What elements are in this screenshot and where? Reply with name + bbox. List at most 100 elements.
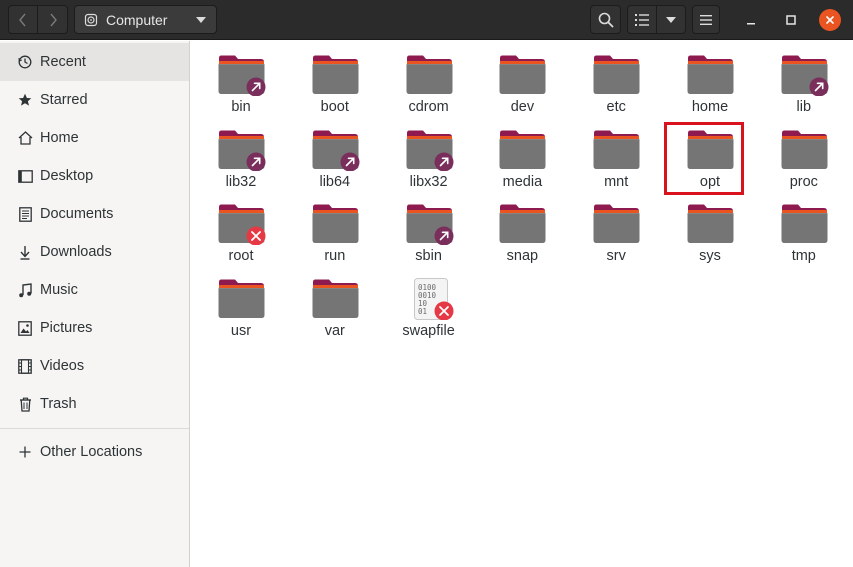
maximize-icon xyxy=(786,15,796,25)
folder-icon xyxy=(218,203,266,246)
list-view-button[interactable] xyxy=(627,5,657,34)
pictures-icon xyxy=(16,319,34,337)
star-icon xyxy=(16,91,34,109)
folder-icon xyxy=(687,54,735,96)
file-name: opt xyxy=(699,173,721,190)
sidebar-item-other-locations[interactable]: Other Locations xyxy=(0,433,189,471)
sidebar-item-music[interactable]: Music xyxy=(0,271,189,309)
folder-icon xyxy=(499,54,547,96)
file-name: etc xyxy=(606,99,626,115)
sidebar-item-label: Music xyxy=(40,282,78,298)
file-name: sys xyxy=(699,248,721,264)
sidebar-item-label: Home xyxy=(40,130,79,146)
sidebar-item-label: Starred xyxy=(40,92,88,108)
back-button[interactable] xyxy=(8,5,38,34)
file-name: libx32 xyxy=(409,173,448,190)
navigation-buttons xyxy=(8,5,68,34)
file-item-opt[interactable]: opt xyxy=(663,121,757,197)
file-item-home[interactable]: home xyxy=(663,47,757,122)
sidebar-item-starred[interactable]: Starred xyxy=(0,81,189,119)
file-item-run[interactable]: run xyxy=(288,196,382,271)
forward-button[interactable] xyxy=(38,5,68,34)
sidebar-item-label: Trash xyxy=(40,396,77,412)
file-item-var[interactable]: var xyxy=(288,271,382,346)
file-item-tmp[interactable]: tmp xyxy=(757,196,851,271)
view-options xyxy=(627,5,686,34)
file-name: dev xyxy=(510,99,535,115)
file-item-media[interactable]: media xyxy=(475,122,569,197)
chevron-left-icon xyxy=(19,13,26,26)
sidebar-item-documents[interactable]: Documents xyxy=(0,195,189,233)
file-item-usr[interactable]: usr xyxy=(194,271,288,346)
folder-icon xyxy=(406,129,454,171)
search-icon xyxy=(598,12,613,27)
view-options-dropdown[interactable] xyxy=(657,5,686,34)
documents-icon xyxy=(16,205,34,223)
file-name: bin xyxy=(231,99,251,115)
file-item-proc[interactable]: proc xyxy=(757,122,851,197)
videos-icon xyxy=(16,357,34,375)
file-name: lib64 xyxy=(319,173,351,190)
maximize-button[interactable] xyxy=(780,9,802,31)
file-item-libx32[interactable]: libx32 xyxy=(382,122,476,197)
file-name: srv xyxy=(606,248,626,264)
folder-icon xyxy=(499,129,547,171)
file-name: media xyxy=(502,173,543,190)
recent-icon xyxy=(16,53,34,71)
sidebar: Recent Starred Home Desktop Documents Do… xyxy=(0,41,190,567)
folder-icon xyxy=(312,203,360,245)
file-name: var xyxy=(324,322,345,339)
folder-icon xyxy=(593,54,641,96)
file-item-snap[interactable]: snap xyxy=(475,196,569,271)
file-item-dev[interactable]: dev xyxy=(475,47,569,122)
sidebar-item-desktop[interactable]: Desktop xyxy=(0,157,189,195)
file-item-cdrom[interactable]: cdrom xyxy=(382,47,476,122)
downloads-icon xyxy=(16,243,34,261)
sidebar-item-label: Downloads xyxy=(40,244,112,260)
list-view-icon xyxy=(635,13,649,26)
file-name: root xyxy=(228,248,254,264)
file-item-boot[interactable]: boot xyxy=(288,47,382,122)
sidebar-item-downloads[interactable]: Downloads xyxy=(0,233,189,271)
sidebar-item-recent[interactable]: Recent xyxy=(0,43,189,81)
file-item-root[interactable]: root xyxy=(194,196,288,271)
file-item-srv[interactable]: srv xyxy=(569,196,663,271)
minimize-button[interactable] xyxy=(740,9,762,31)
minimize-icon xyxy=(747,23,755,25)
file-item-lib32[interactable]: lib32 xyxy=(194,122,288,197)
file-icon-grid: bin boot cdrom dev etc home lib lib32 lib64 libx3… xyxy=(191,41,853,567)
file-item-sbin[interactable]: sbin xyxy=(382,196,476,271)
sidebar-item-home[interactable]: Home xyxy=(0,119,189,157)
home-icon xyxy=(16,129,34,147)
sidebar-item-label: Other Locations xyxy=(40,444,143,460)
location-path-button[interactable]: Computer xyxy=(74,5,217,34)
file-item-lib64[interactable]: lib64 xyxy=(288,122,382,197)
folder-icon xyxy=(312,278,360,320)
sidebar-item-label: Pictures xyxy=(40,320,93,336)
file-item-lib[interactable]: lib xyxy=(757,47,851,122)
file-name: proc xyxy=(789,173,818,190)
sidebar-separator xyxy=(0,428,189,429)
file-item-bin[interactable]: bin xyxy=(194,47,288,122)
folder-icon xyxy=(218,129,266,171)
file-item-mnt[interactable]: mnt xyxy=(569,122,663,197)
file-item-swapfile[interactable]: 0100 0010 10 01 swapfile xyxy=(382,271,476,346)
file-name: swapfile xyxy=(402,322,455,339)
file-name: cdrom xyxy=(408,99,449,115)
sidebar-item-label: Videos xyxy=(40,358,85,374)
sidebar-item-pictures[interactable]: Pictures xyxy=(0,309,189,347)
sidebar-item-trash[interactable]: Trash xyxy=(0,385,189,423)
file-item-etc[interactable]: etc xyxy=(569,47,663,122)
main-menu-button[interactable] xyxy=(692,5,720,34)
chevron-right-icon xyxy=(49,13,57,26)
close-button[interactable] xyxy=(819,9,841,31)
plus-icon xyxy=(16,443,34,461)
file-name: run xyxy=(324,248,346,264)
file-item-sys[interactable]: sys xyxy=(663,196,757,271)
folder-icon xyxy=(499,203,547,245)
file-name: usr xyxy=(230,322,252,339)
svg-text:01: 01 xyxy=(418,307,427,316)
search-button[interactable] xyxy=(590,5,621,34)
file-name: lib32 xyxy=(225,173,257,190)
sidebar-item-videos[interactable]: Videos xyxy=(0,347,189,385)
